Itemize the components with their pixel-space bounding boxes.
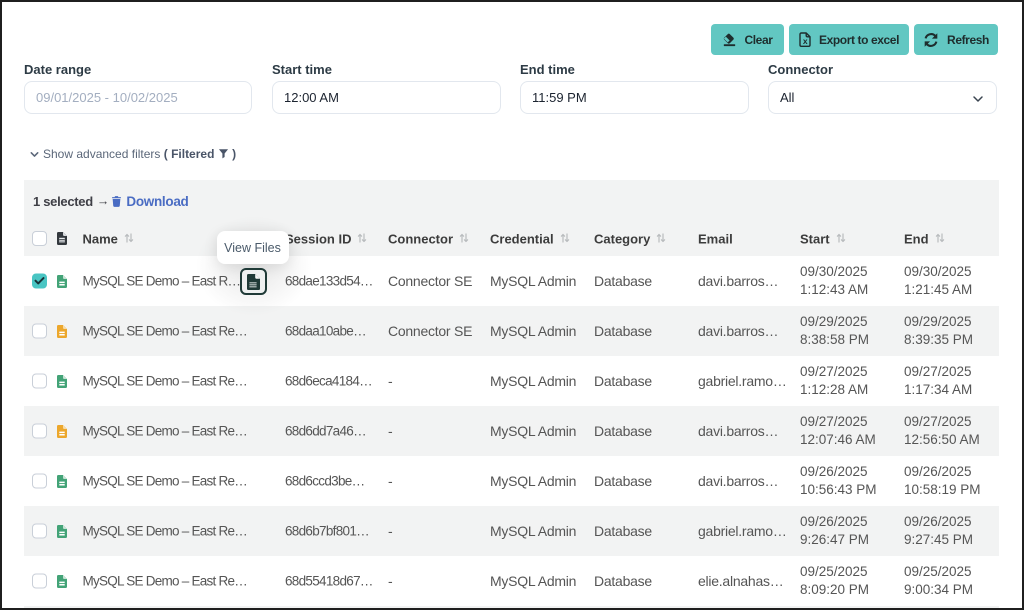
svg-text:x: x xyxy=(803,36,808,46)
